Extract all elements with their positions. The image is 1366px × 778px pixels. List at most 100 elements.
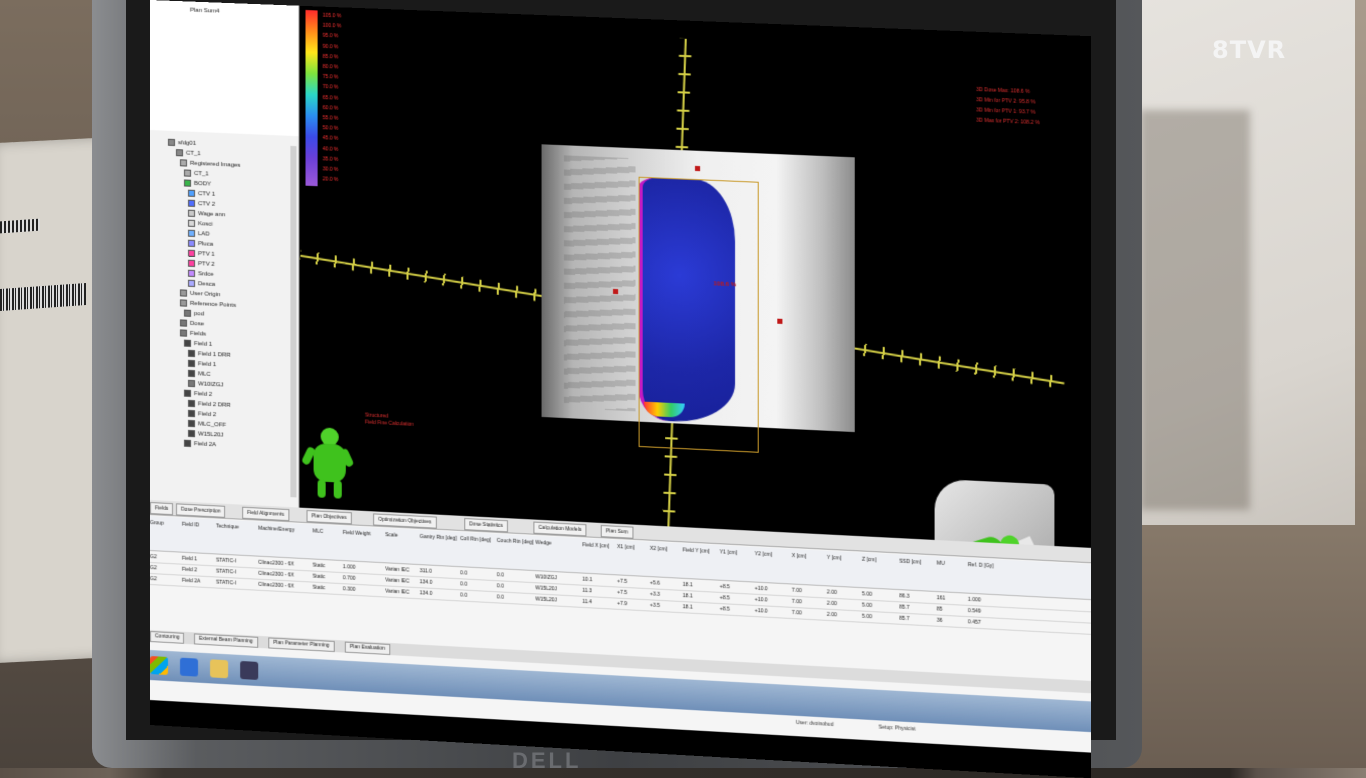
- column-header[interactable]: Machine/Energy: [258, 526, 294, 534]
- tree-item-plan-sum[interactable]: Plan Sum4: [190, 8, 219, 15]
- tree-item-label: CT_1: [194, 170, 209, 178]
- tree-item[interactable]: CTV 2: [188, 199, 215, 208]
- windows-start-icon[interactable]: [150, 656, 168, 675]
- tree-item[interactable]: Reference Points: [180, 299, 236, 309]
- app-icon[interactable]: [240, 660, 259, 680]
- tree-item-icon: [188, 239, 196, 248]
- column-header[interactable]: MLC: [313, 528, 324, 535]
- tab-dose-prescription[interactable]: Dose Prescription: [176, 503, 226, 518]
- column-header[interactable]: Field ID: [182, 522, 199, 529]
- tree-item[interactable]: MLC: [188, 369, 211, 378]
- tree-item[interactable]: Field 1: [188, 359, 216, 368]
- column-header[interactable]: X [cm]: [792, 553, 807, 560]
- tree-item[interactable]: PTV 1: [188, 249, 215, 258]
- table-cell: Varian IEC: [385, 588, 410, 596]
- table-cell: G2: [150, 554, 157, 561]
- column-header[interactable]: Coll Rtn [deg]: [460, 536, 491, 544]
- tree-item[interactable]: Registered Images: [180, 159, 241, 169]
- tree-item[interactable]: PTV 2: [188, 259, 215, 268]
- column-header[interactable]: MU: [937, 560, 945, 567]
- tree-item[interactable]: Field 2 DRR: [188, 399, 231, 409]
- column-header[interactable]: Y2 [cm]: [755, 551, 772, 558]
- tree-item[interactable]: User Origin: [180, 289, 220, 298]
- column-header[interactable]: Field X [cm]: [582, 542, 609, 549]
- tree-item-icon: [188, 209, 196, 217]
- tree-item[interactable]: MLC_OFF: [188, 419, 226, 429]
- colorbar-label: 80.0 %: [322, 63, 339, 71]
- tree-item[interactable]: Field 1: [184, 339, 212, 348]
- tree-item-icon: [188, 259, 196, 268]
- tab-calculation-models[interactable]: Calculation Models: [533, 521, 587, 537]
- folder-icon[interactable]: [210, 659, 229, 679]
- workspace-tab[interactable]: Contouring: [150, 631, 185, 644]
- tree-item[interactable]: W10IZGJ: [188, 379, 223, 389]
- tab-plan-sum[interactable]: Plan Sum: [600, 524, 634, 539]
- workspace-tab[interactable]: Plan Evaluation: [344, 641, 391, 656]
- tree-item[interactable]: Fields: [180, 329, 206, 338]
- column-header[interactable]: Field Y [cm]: [683, 547, 710, 554]
- browser-icon[interactable]: [180, 657, 199, 677]
- tree-item-label: MLC: [198, 371, 211, 378]
- tree-item[interactable]: Wage ann: [188, 209, 226, 219]
- tab-dose-statistics[interactable]: Dose Statistics: [464, 518, 509, 533]
- tree-item[interactable]: Field 2: [184, 389, 212, 398]
- tree-item[interactable]: LAD: [188, 229, 210, 238]
- column-header[interactable]: Y1 [cm]: [720, 549, 737, 556]
- table-cell: 0.549: [967, 607, 981, 615]
- workspace-tab[interactable]: Plan Parameter Planning: [268, 637, 335, 653]
- tree-item[interactable]: W15L20J: [188, 429, 223, 439]
- workspace-tab[interactable]: External Beam Planning: [194, 633, 258, 648]
- column-header[interactable]: Y [cm]: [827, 555, 842, 562]
- status-role: Setup: Physicist: [878, 724, 916, 733]
- table-cell: 7.00: [791, 598, 802, 606]
- table-cell: +7.9: [617, 600, 628, 608]
- tree-item[interactable]: Field 1 DRR: [188, 349, 231, 359]
- table-cell: 10.1: [582, 576, 593, 584]
- tree-item-icon: [184, 309, 192, 317]
- tree-item[interactable]: Desca: [188, 279, 215, 288]
- tree-item-icon: [188, 379, 196, 388]
- column-header[interactable]: Technique: [216, 523, 239, 530]
- tree-item-icon: [188, 359, 196, 368]
- tree-item-label: User Origin: [190, 290, 221, 299]
- colorbar-label: 60.0 %: [322, 104, 339, 112]
- column-header[interactable]: Ref. D [Gy]: [968, 562, 994, 569]
- tree-item[interactable]: Kosci: [188, 219, 213, 228]
- tree-item[interactable]: Srdce: [188, 269, 214, 278]
- column-header[interactable]: Group: [150, 520, 164, 527]
- column-header[interactable]: Gantry Rtn [deg]: [420, 534, 457, 542]
- tree-scrollbar[interactable]: [290, 145, 297, 498]
- column-header[interactable]: X2 [cm]: [650, 546, 667, 553]
- tree-item[interactable]: Pluca: [188, 239, 213, 248]
- figure-leg: [317, 479, 326, 498]
- tree-item[interactable]: Field 2: [188, 409, 216, 418]
- table-cell: Clinac2300 - 6X: [258, 570, 295, 579]
- tree-item-icon: [188, 409, 196, 418]
- column-header[interactable]: Field Weight: [343, 530, 371, 537]
- tree-item[interactable]: CTV 1: [188, 189, 215, 198]
- table-cell: Static: [312, 573, 326, 581]
- tree-item[interactable]: sfdg01: [167, 138, 196, 147]
- tree-item[interactable]: CT_1: [176, 149, 201, 157]
- tab-fields[interactable]: Fields: [150, 502, 174, 516]
- column-header[interactable]: Wedge: [535, 540, 551, 547]
- ct-image[interactable]: 108.6 %: [541, 144, 855, 453]
- tree-item[interactable]: CT_1: [184, 169, 209, 178]
- column-header[interactable]: SSD [cm]: [899, 559, 921, 566]
- tab-plan-objectives[interactable]: Plan Objectives: [306, 509, 352, 525]
- table-cell: 161: [936, 595, 946, 602]
- tab-field-alignments[interactable]: Field Alignments: [242, 506, 290, 522]
- tree-item[interactable]: Dose: [180, 319, 204, 328]
- tab-optimization-objectives[interactable]: Optimization Objectives: [373, 513, 437, 529]
- column-header[interactable]: Z [cm]: [862, 557, 876, 564]
- tree-item-label: Wage ann: [198, 211, 226, 219]
- tree-item[interactable]: Field 2A: [184, 439, 216, 448]
- tree-item[interactable]: pod: [184, 309, 204, 318]
- table-cell: 85: [936, 606, 943, 613]
- tree-item[interactable]: BODY: [184, 179, 211, 188]
- structure-tree-panel[interactable]: Plan Sum4 sfdg01 CT_1 Registered Images CT_…: [150, 0, 300, 508]
- column-header[interactable]: Couch Rtn [deg]: [497, 538, 534, 546]
- table-cell: 86.3: [899, 593, 910, 600]
- column-header[interactable]: X1 [cm]: [617, 544, 634, 551]
- column-header[interactable]: Scale: [385, 532, 398, 539]
